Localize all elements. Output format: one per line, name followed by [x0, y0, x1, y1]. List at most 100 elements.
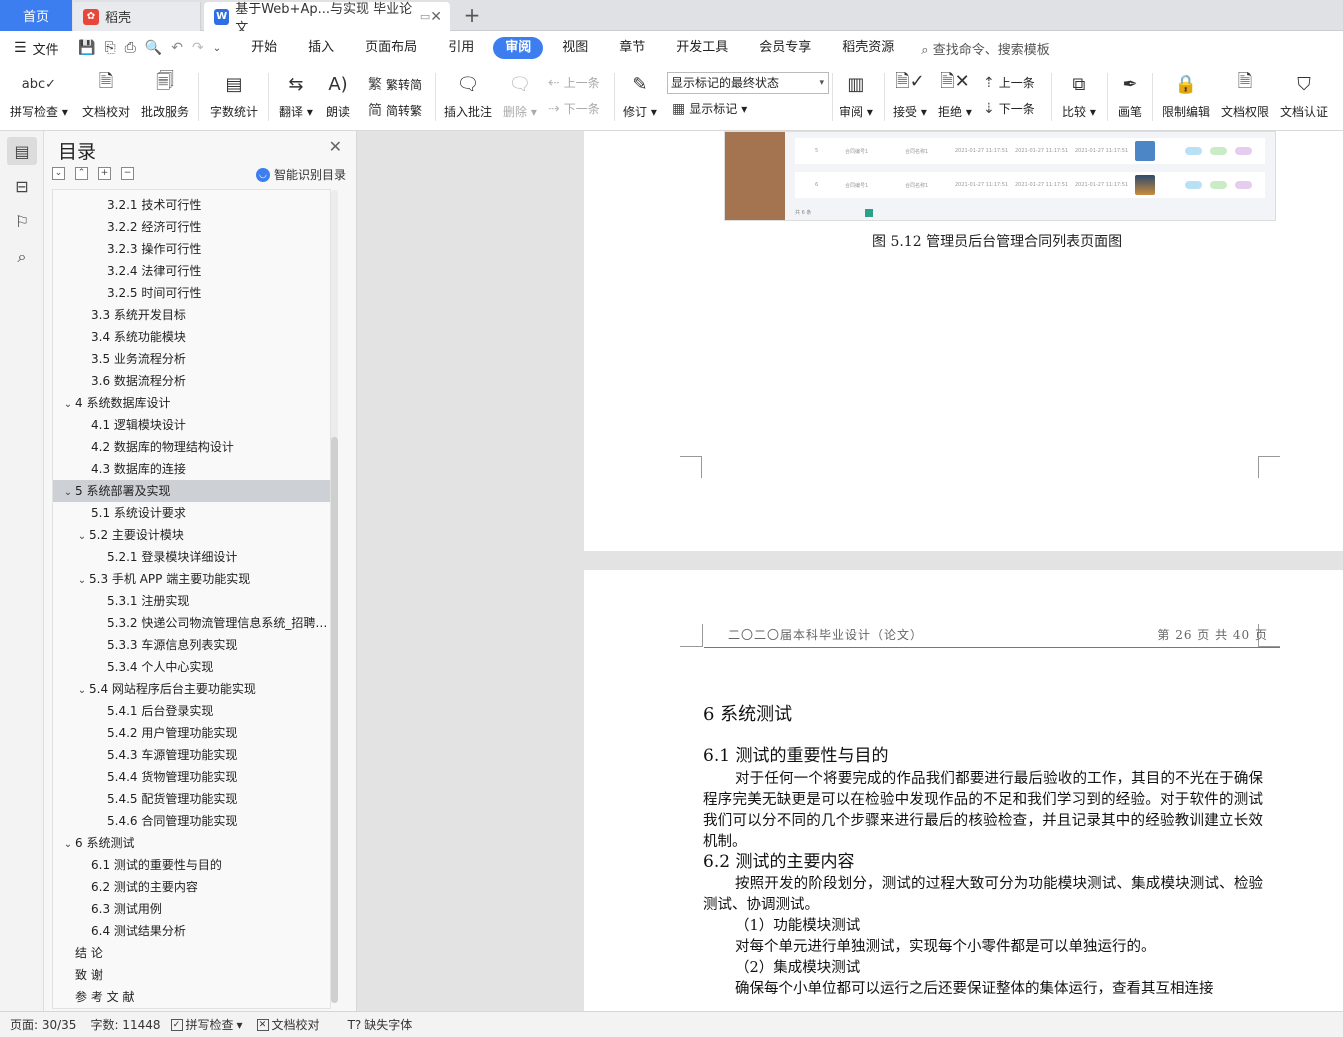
toc-item[interactable]: 3.3 系统开发目标: [53, 304, 330, 326]
tab-daoke[interactable]: ✿ 稻壳: [73, 2, 201, 31]
show-markup-button[interactable]: ▦ 显示标记 ▾: [672, 100, 747, 117]
toc-item[interactable]: 6.4 测试结果分析: [53, 920, 330, 942]
close-icon[interactable]: ✕: [329, 137, 342, 156]
toc-item[interactable]: 5.3.3 车源信息列表实现: [53, 634, 330, 656]
toc-item[interactable]: 3.2.3 操作可行性: [53, 238, 330, 260]
compare-button[interactable]: ⧉ 比较 ▾: [1062, 69, 1096, 120]
status-spell-check[interactable]: ✓ 拼写检查 ▾: [170, 1016, 243, 1033]
toc-item[interactable]: 6.3 测试用例: [53, 898, 330, 920]
toc-item[interactable]: 5.4.1 后台登录实现: [53, 700, 330, 722]
document-canvas[interactable]: 5 合同编号1 合同名称1 2021-01-27 11:17:51 2021-01-27…: [357, 131, 1343, 1011]
save-icon[interactable]: 💾: [78, 40, 95, 56]
toc-item[interactable]: 3.2.4 法律可行性: [53, 260, 330, 282]
toc-item[interactable]: 5.4.5 配货管理功能实现: [53, 788, 330, 810]
expand-up-icon[interactable]: ⌃: [75, 167, 88, 180]
command-search[interactable]: ⌕ 查找命令、搜索模板: [921, 39, 1049, 58]
search-icon[interactable]: ⌕: [7, 243, 37, 271]
toc-item[interactable]: 3.5 业务流程分析: [53, 348, 330, 370]
toc-item[interactable]: 3.2.2 经济可行性: [53, 216, 330, 238]
ribbon-tab-8[interactable]: 会员专享: [747, 37, 823, 59]
toc-item[interactable]: ⌄ 4 系统数据库设计: [53, 392, 330, 414]
ink-button[interactable]: ✒ 画笔: [1116, 69, 1144, 120]
tab-document[interactable]: W 基于Web+Ap...与实现 毕业论文 ▭ ✕: [204, 2, 450, 36]
status-missing-font[interactable]: T? 缺失字体: [348, 1016, 413, 1033]
toc-item[interactable]: 3.2.1 技术可行性: [53, 194, 330, 216]
page-indicator[interactable]: 页面: 30/35: [10, 1016, 76, 1033]
export-icon[interactable]: ⎘: [104, 40, 115, 56]
toc-item[interactable]: 4.3 数据库的连接: [53, 458, 330, 480]
chevron-down-icon[interactable]: ⌄: [75, 526, 89, 546]
simp-to-trad-button[interactable]: 简 简转繁: [368, 100, 422, 120]
navigation-icon[interactable]: ⊟: [7, 172, 37, 200]
toc-item[interactable]: ⌄ 6 系统测试: [53, 832, 330, 854]
ribbon-tab-4[interactable]: 审阅: [493, 37, 544, 59]
print-preview-icon[interactable]: 🔍: [145, 40, 162, 56]
toc-item[interactable]: 5.4.2 用户管理功能实现: [53, 722, 330, 744]
toc-item[interactable]: 5.3.1 注册实现: [53, 590, 330, 612]
print-icon[interactable]: ⎙: [125, 40, 136, 56]
bookmark-icon[interactable]: ⚐: [7, 207, 37, 235]
accept-button[interactable]: 🗎✓ 接受 ▾: [893, 69, 927, 120]
toc-item[interactable]: ⌄ 5 系统部署及实现: [53, 480, 330, 502]
toc-item[interactable]: ⌄ 5.4 网站程序后台主要功能实现: [53, 678, 330, 700]
toc-scrollbar-thumb[interactable]: [331, 437, 338, 1003]
toc-item[interactable]: ⌄ 5.2 主要设计模块: [53, 524, 330, 546]
ribbon-tab-7[interactable]: 开发工具: [664, 37, 740, 59]
new-tab-icon[interactable]: +: [460, 3, 484, 27]
toc-item[interactable]: 5.1 系统设计要求: [53, 502, 330, 524]
ribbon-tab-6[interactable]: 章节: [607, 37, 657, 59]
reject-button[interactable]: 🗎✕ 拒绝 ▾: [938, 69, 972, 120]
ribbon-tab-5[interactable]: 视图: [550, 37, 600, 59]
prev-change-button[interactable]: ⇡ 上一条: [983, 74, 1035, 91]
next-change-button[interactable]: ⇣ 下一条: [983, 100, 1035, 117]
toc-item[interactable]: 6.2 测试的主要内容: [53, 876, 330, 898]
toc-item[interactable]: 4.1 逻辑模块设计: [53, 414, 330, 436]
chevron-down-icon[interactable]: ⌄: [61, 834, 75, 854]
prev-comment-button[interactable]: ⇠ 上一条: [548, 74, 600, 91]
add-level-icon[interactable]: +: [98, 167, 111, 180]
review-pane-button[interactable]: ▥ 审阅 ▾: [839, 69, 873, 120]
tab-close-icon[interactable]: ✕: [430, 9, 442, 25]
ribbon-tab-2[interactable]: 页面布局: [353, 37, 429, 59]
smart-toc-button[interactable]: ◡ 智能识别目录: [255, 166, 346, 183]
word-count-indicator[interactable]: 字数: 11448: [90, 1016, 160, 1033]
toc-item[interactable]: 3.6 数据流程分析: [53, 370, 330, 392]
ribbon-tab-3[interactable]: 引用: [436, 37, 486, 59]
redo-icon[interactable]: ↷: [192, 40, 204, 56]
toc-item[interactable]: 4.2 数据库的物理结构设计: [53, 436, 330, 458]
tab-home[interactable]: 首页: [0, 0, 72, 31]
toc-panel-icon[interactable]: ▤: [7, 137, 37, 165]
toc-item[interactable]: 5.3.4 个人中心实现: [53, 656, 330, 678]
toc-item[interactable]: 5.3.2 快递公司物流管理信息系统_招聘 ...: [53, 612, 330, 634]
restrict-edit-button[interactable]: 🔒 限制编辑: [1162, 69, 1210, 120]
toc-item[interactable]: 致 谢: [53, 964, 330, 986]
status-doc-proof[interactable]: ✕ 文档校对: [256, 1016, 320, 1033]
markup-state-select[interactable]: 显示标记的最终状态 ▾: [667, 72, 829, 94]
spell-check-button[interactable]: abc✓ 拼写检查 ▾: [10, 69, 68, 120]
toc-item[interactable]: 5.4.4 货物管理功能实现: [53, 766, 330, 788]
read-aloud-button[interactable]: A) 朗读: [324, 69, 352, 120]
toc-item[interactable]: 6.1 测试的重要性与目的: [53, 854, 330, 876]
chevron-down-icon[interactable]: ⌄: [75, 570, 89, 590]
doc-cert-button[interactable]: ⛉ 文档认证: [1280, 69, 1328, 120]
next-comment-button[interactable]: ⇢ 下一条: [548, 100, 600, 117]
doc-permission-button[interactable]: 🗎 文档权限: [1221, 69, 1269, 120]
batch-service-button[interactable]: 🗐 批改服务: [141, 69, 189, 120]
doc-proof-button[interactable]: 🗎 文档校对: [82, 69, 130, 120]
word-count-button[interactable]: ▤ 字数统计: [210, 69, 258, 120]
delete-comment-button[interactable]: 🗨 删除 ▾: [503, 69, 537, 120]
chevron-down-icon[interactable]: ⌄: [61, 482, 75, 502]
toc-item[interactable]: 结 论: [53, 942, 330, 964]
ribbon-tab-9[interactable]: 稻壳资源: [830, 37, 906, 59]
chevron-down-icon[interactable]: ⌄: [75, 680, 89, 700]
toc-item[interactable]: 3.2.5 时间可行性: [53, 282, 330, 304]
toc-item[interactable]: 5.4.6 合同管理功能实现: [53, 810, 330, 832]
file-menu[interactable]: ☰ 文件: [0, 39, 72, 58]
remove-level-icon[interactable]: −: [121, 167, 134, 180]
chevron-down-icon[interactable]: ⌄: [61, 394, 75, 414]
translate-button[interactable]: ⇆ 翻译 ▾: [279, 69, 313, 120]
toc-item[interactable]: 3.4 系统功能模块: [53, 326, 330, 348]
toc-item[interactable]: 参 考 文 献: [53, 986, 330, 1008]
ribbon-tab-0[interactable]: 开始: [239, 37, 289, 59]
ribbon-tab-1[interactable]: 插入: [296, 37, 346, 59]
